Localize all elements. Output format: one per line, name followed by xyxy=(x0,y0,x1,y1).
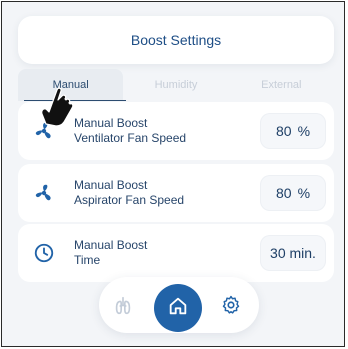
tab-humidity[interactable]: Humidity xyxy=(123,69,228,101)
row-title: Manual Boost xyxy=(74,178,148,192)
settings-list: Manual Boost Ventilator Fan Speed 80 % M… xyxy=(18,102,334,282)
gear-icon[interactable] xyxy=(219,293,243,317)
hand-cursor-icon xyxy=(38,84,78,128)
value-number: 80 xyxy=(275,185,292,201)
home-button[interactable] xyxy=(154,284,202,332)
value-unit: % xyxy=(297,123,311,139)
row-title: Manual Boost xyxy=(74,116,148,130)
app-frame: Boost Settings Manual Humidity External … xyxy=(1,1,345,347)
row-subtitle: Aspirator Fan Speed xyxy=(74,193,185,207)
value-number: 30 min. xyxy=(270,245,316,261)
row-title: Manual Boost xyxy=(74,238,148,252)
ventilator-speed-value[interactable]: 80 % xyxy=(260,113,326,149)
lungs-icon[interactable] xyxy=(111,294,135,318)
header-card: Boost Settings xyxy=(18,16,334,64)
home-icon xyxy=(167,295,189,322)
row-subtitle: Time xyxy=(74,253,101,267)
aspirator-speed-row[interactable]: Manual Boost Aspirator Fan Speed 80 % xyxy=(18,164,334,222)
fan-icon xyxy=(32,181,56,205)
boost-time-row[interactable]: Manual Boost Time 30 min. xyxy=(18,224,334,282)
value-number: 80 xyxy=(275,123,292,139)
tab-external[interactable]: External xyxy=(229,69,334,101)
boost-time-value[interactable]: 30 min. xyxy=(260,235,326,271)
page-title: Boost Settings xyxy=(130,32,222,48)
clock-icon xyxy=(32,241,56,265)
bottom-nav xyxy=(99,277,259,333)
row-subtitle: Ventilator Fan Speed xyxy=(74,131,187,145)
value-unit: % xyxy=(297,185,311,201)
aspirator-speed-value[interactable]: 80 % xyxy=(260,175,326,211)
